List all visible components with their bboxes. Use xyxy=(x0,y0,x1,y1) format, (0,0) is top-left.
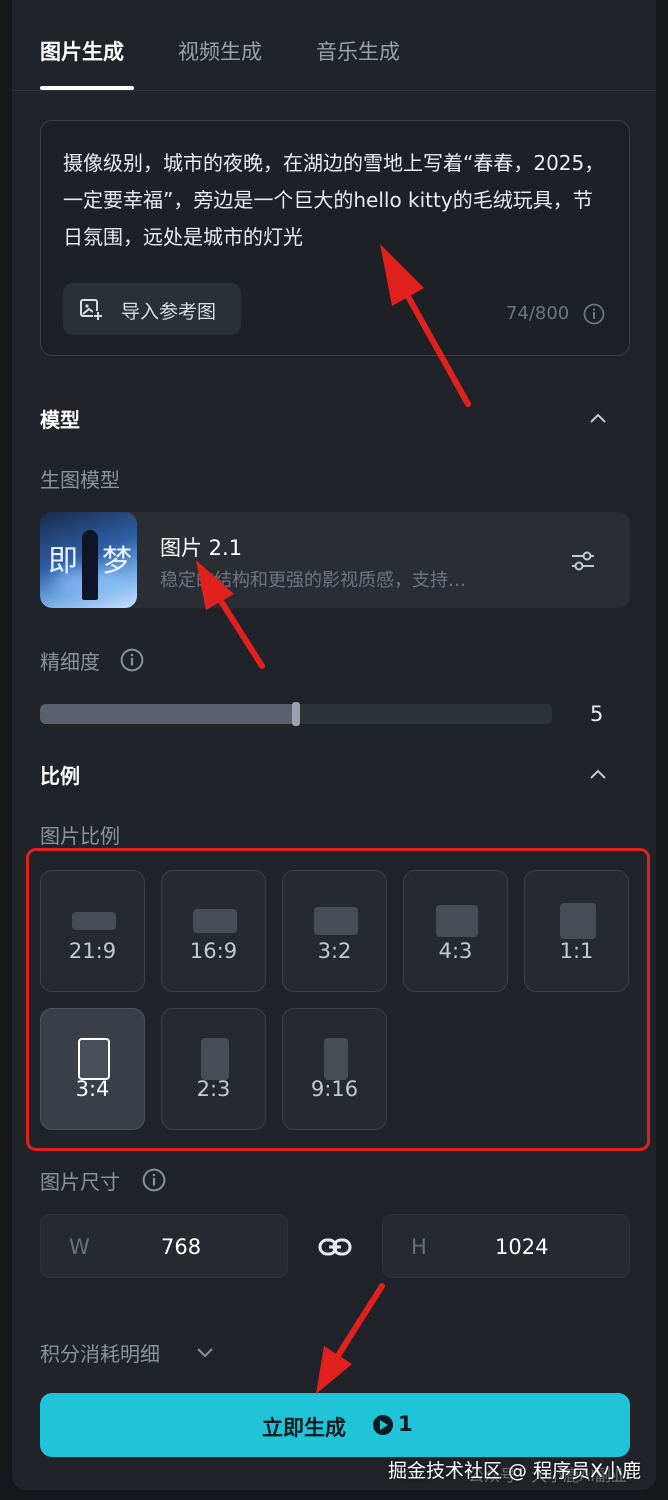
annotation-arrow-model xyxy=(196,560,265,669)
annotation-arrows xyxy=(196,244,471,1394)
watermark-text: 掘金技术社区 @ 程序员X小鹿 xyxy=(388,1460,642,1482)
annotation-arrow-generate xyxy=(316,1283,385,1394)
annotation-arrow-prompt xyxy=(380,244,471,407)
